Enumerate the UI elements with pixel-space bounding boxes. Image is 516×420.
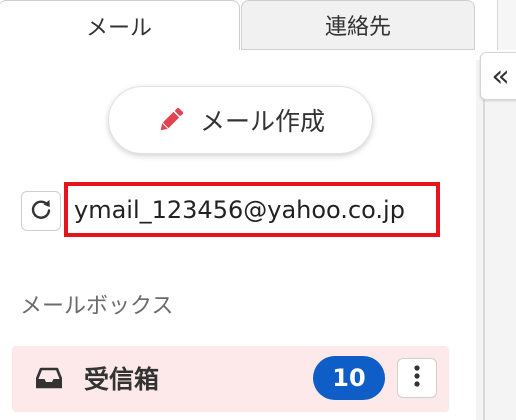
tab-contacts-label: 連絡先: [324, 15, 391, 40]
unread-count-badge: 10: [313, 356, 385, 400]
tab-mail[interactable]: メール: [0, 0, 240, 50]
mailbox-heading: メールボックス: [20, 294, 174, 319]
tab-overflow: [497, 0, 516, 50]
mailbox-item-label: 受信箱: [84, 365, 160, 394]
account-email[interactable]: ymail_123456@yahoo.co.jp: [64, 182, 440, 237]
tab-contacts[interactable]: 連絡先: [241, 0, 475, 50]
mailbox-item-inbox[interactable]: 受信箱 10: [12, 346, 449, 412]
right-rail: [476, 60, 516, 420]
double-chevron-left-icon: «: [491, 58, 510, 94]
compose-button[interactable]: メール作成: [108, 86, 373, 154]
more-vertical-icon: [413, 364, 421, 392]
inbox-tray-icon: [35, 366, 63, 390]
pencil-icon: [156, 105, 186, 135]
compose-label: メール作成: [199, 107, 325, 136]
refresh-button[interactable]: [21, 191, 61, 231]
tab-mail-label: メール: [85, 15, 152, 41]
refresh-icon: [29, 197, 53, 225]
rail-divider: [483, 100, 485, 420]
mail-sidebar: メール 連絡先 « メール作成 ymail_123456@yahoo.co.jp…: [0, 0, 516, 420]
collapse-sidebar-button[interactable]: «: [480, 52, 516, 100]
account-email-text: ymail_123456@yahoo.co.jp: [74, 195, 405, 224]
inbox-menu-button[interactable]: [397, 358, 437, 398]
tab-gap: [476, 0, 498, 50]
